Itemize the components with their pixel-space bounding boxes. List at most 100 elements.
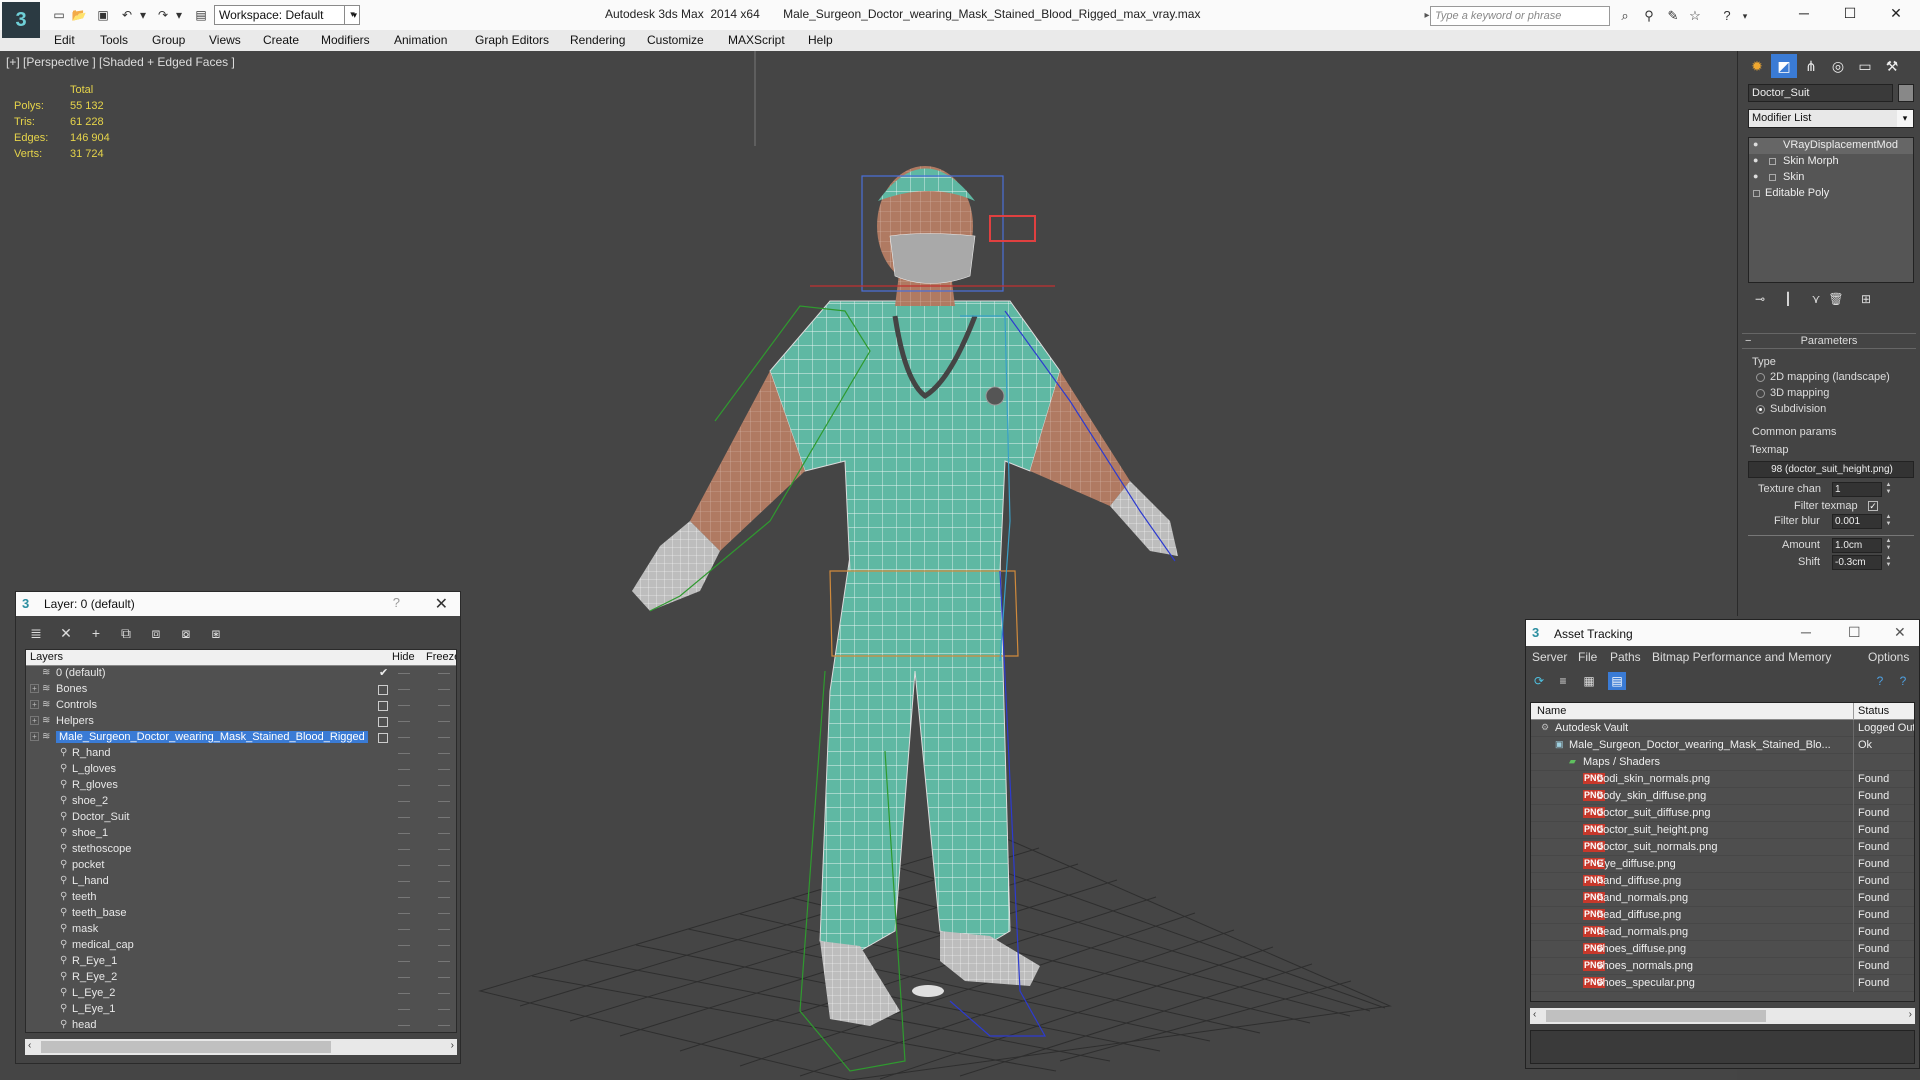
layer-row[interactable]: + ≋ Helpers xyxy=(26,714,456,730)
layer-object-row[interactable]: ⚲ stethoscope xyxy=(26,842,456,858)
horizontal-scrollbar[interactable]: ‹ › xyxy=(1530,1008,1915,1024)
asset-tracking-titlebar[interactable]: 3 Asset Tracking ─ ☐ ✕ xyxy=(1526,620,1919,646)
bulb-icon[interactable]: ● xyxy=(1753,155,1758,165)
help-icon[interactable]: ? xyxy=(393,595,400,610)
display-tab-icon[interactable]: ▭ xyxy=(1852,54,1878,78)
modifier-stack-item[interactable]: ● VRayDisplacementMod xyxy=(1749,138,1913,154)
minimize-icon[interactable]: ─ xyxy=(1801,624,1811,640)
close-icon[interactable]: ✕ xyxy=(1894,624,1906,641)
layer-object-row[interactable]: ⚲ R_gloves xyxy=(26,778,456,794)
refresh-icon[interactable]: ⟳ xyxy=(1530,672,1548,690)
layer-object-row[interactable]: ⚲ medical_cap xyxy=(26,938,456,954)
scrollbar-thumb[interactable] xyxy=(41,1041,331,1053)
layer-object-row[interactable]: ⚲ head xyxy=(26,1018,456,1032)
menu-views[interactable]: Views xyxy=(209,33,241,47)
menu-graph-editors[interactable]: Graph Editors xyxy=(475,33,549,47)
hide-toggle-dash[interactable] xyxy=(398,881,410,882)
column-name[interactable]: Name xyxy=(1537,705,1566,717)
show-end-result-icon[interactable]: ┃ xyxy=(1778,292,1798,308)
list-view-icon[interactable]: ≡ xyxy=(1554,672,1572,690)
hide-toggle-dash[interactable] xyxy=(398,977,410,978)
layer-object-row[interactable]: ⚲ Doctor_Suit xyxy=(26,810,456,826)
parameters-rollout-header[interactable]: − Parameters xyxy=(1742,333,1916,349)
binoculars-icon[interactable]: ⌕ xyxy=(1616,7,1634,25)
layer-object-row[interactable]: ⚲ pocket xyxy=(26,858,456,874)
radio-3d-mapping[interactable] xyxy=(1756,389,1765,398)
open-file-icon[interactable]: 📂 xyxy=(70,6,88,24)
layer-object-row[interactable]: ⚲ L_Eye_1 xyxy=(26,1002,456,1018)
freeze-toggle-dash[interactable] xyxy=(438,929,450,930)
freeze-toggle-dash[interactable] xyxy=(438,849,450,850)
modify-tab-icon[interactable]: ◩ xyxy=(1771,54,1797,78)
layer-object-row[interactable]: ⚲ L_hand xyxy=(26,874,456,890)
highlight-layer-icon[interactable]: ⧈ xyxy=(146,624,166,642)
bulb-icon[interactable]: ● xyxy=(1753,171,1758,181)
menu-edit[interactable]: Edit xyxy=(54,33,75,47)
expand-icon[interactable]: + xyxy=(30,700,39,709)
object-name-field[interactable]: Doctor_Suit xyxy=(1748,84,1893,102)
expand-icon[interactable]: + xyxy=(30,732,39,741)
hide-all-layers-icon[interactable]: ⧇ xyxy=(176,624,196,642)
hide-toggle-dash[interactable] xyxy=(398,689,410,690)
asset-row[interactable]: ▣ Male_Surgeon_Doctor_wearing_Mask_Staine… xyxy=(1531,737,1914,754)
texmap-button[interactable]: 98 (doctor_suit_height.png) xyxy=(1748,461,1914,478)
freeze-toggle-dash[interactable] xyxy=(438,817,450,818)
freeze-toggle-dash[interactable] xyxy=(438,785,450,786)
freeze-toggle-dash[interactable] xyxy=(438,1009,450,1010)
asset-row[interactable]: PNG head_normals.png Found xyxy=(1531,924,1914,941)
help-icon[interactable]: ? xyxy=(1718,7,1736,25)
layer-object-row[interactable]: ⚲ teeth xyxy=(26,890,456,906)
expand-icon[interactable] xyxy=(1753,190,1760,197)
hide-toggle-dash[interactable] xyxy=(398,785,410,786)
hide-toggle-dash[interactable] xyxy=(398,673,410,674)
expand-icon[interactable]: + xyxy=(30,684,39,693)
amount-spinner[interactable]: 1.0cm xyxy=(1832,538,1882,553)
menu-paths[interactable]: Paths xyxy=(1610,650,1641,664)
texture-chan-spinner[interactable]: 1 xyxy=(1832,482,1882,497)
scrollbar-thumb[interactable] xyxy=(1546,1010,1766,1022)
modifier-stack-item[interactable]: ● Skin Morph xyxy=(1749,154,1913,170)
layer-object-row[interactable]: ⚲ R_hand xyxy=(26,746,456,762)
freeze-toggle-dash[interactable] xyxy=(438,721,450,722)
column-freeze[interactable]: Freeze xyxy=(426,651,456,663)
menu-animation[interactable]: Animation xyxy=(394,33,447,47)
asset-row[interactable]: PNG shoes_specular.png Found xyxy=(1531,975,1914,992)
radio-2d-mapping[interactable] xyxy=(1756,373,1765,382)
layer-row[interactable]: + ≋ Male_Surgeon_Doctor_wearing_Mask_Stain… xyxy=(26,730,456,746)
search-input[interactable]: Type a keyword or phrase xyxy=(1430,6,1610,26)
asset-row[interactable]: ⚙ Autodesk Vault Logged Out xyxy=(1531,720,1914,737)
column-layers[interactable]: Layers xyxy=(30,651,63,663)
configure-sets-icon[interactable]: ⊞ xyxy=(1856,292,1876,308)
project-folder-icon[interactable]: ▤ xyxy=(192,6,210,24)
expand-icon[interactable] xyxy=(1769,174,1776,181)
radio-subdivision[interactable] xyxy=(1756,405,1765,414)
hide-toggle-dash[interactable] xyxy=(398,737,410,738)
help-dropdown-icon[interactable]: ▾ xyxy=(1736,7,1754,25)
undo-dropdown-icon[interactable]: ▾ xyxy=(134,6,152,24)
hide-toggle-dash[interactable] xyxy=(398,817,410,818)
menu-group[interactable]: Group xyxy=(152,33,185,47)
redo-dropdown-icon[interactable]: ▾ xyxy=(170,6,188,24)
hide-toggle-dash[interactable] xyxy=(398,993,410,994)
asset-row[interactable]: PNG Eye_diffuse.png Found xyxy=(1531,856,1914,873)
spinner-arrows-icon[interactable]: ▲ ▼ xyxy=(1884,482,1893,497)
filter-blur-spinner[interactable]: 0.001 xyxy=(1832,514,1882,529)
expand-icon[interactable]: + xyxy=(30,716,39,725)
asset-row[interactable]: PNG doctor_suit_height.png Found xyxy=(1531,822,1914,839)
hide-toggle-dash[interactable] xyxy=(398,769,410,770)
menu-bitmap-performance[interactable]: Bitmap Performance and Memory xyxy=(1652,650,1831,664)
layer-object-row[interactable]: ⚲ shoe_2 xyxy=(26,794,456,810)
freeze-toggle-dash[interactable] xyxy=(438,1025,450,1026)
asset-row[interactable]: PNG hand_normals.png Found xyxy=(1531,890,1914,907)
help-icon[interactable]: ? xyxy=(1871,672,1889,690)
hide-toggle-dash[interactable] xyxy=(398,913,410,914)
asset-row[interactable]: PNG body_skin_diffuse.png Found xyxy=(1531,788,1914,805)
asset-row[interactable]: PNG shoes_diffuse.png Found xyxy=(1531,941,1914,958)
layer-row[interactable]: + ≋ Bones xyxy=(26,682,456,698)
layer-row[interactable]: ≋ 0 (default) ✔ xyxy=(26,666,456,682)
add-layer-icon[interactable]: + xyxy=(86,624,106,642)
hide-toggle-dash[interactable] xyxy=(398,721,410,722)
asset-row[interactable]: ▰ Maps / Shaders xyxy=(1531,754,1914,771)
maximize-icon[interactable]: ☐ xyxy=(1848,624,1861,641)
remove-modifier-icon[interactable]: 🗑 xyxy=(1826,292,1846,308)
